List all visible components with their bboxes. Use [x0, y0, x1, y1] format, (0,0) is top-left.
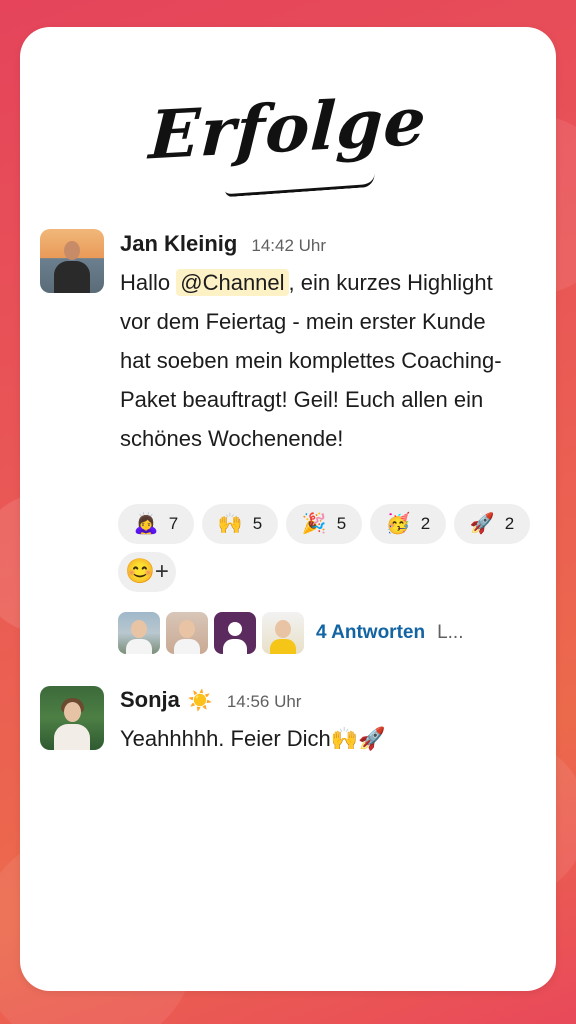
rocket-icon: 🚀	[469, 513, 495, 535]
timestamp[interactable]: 14:42 Uhr	[251, 236, 326, 256]
avatar-face	[179, 620, 195, 638]
reply-avatar	[118, 612, 160, 654]
message-card: Erfolge Jan Kleinig 14:42 Uhr Hallo @Cha…	[20, 27, 556, 991]
avatar-face	[228, 622, 242, 636]
message-header: Sonja ☀️ 14:56 Uhr	[120, 687, 301, 713]
avatar-jan-kleinig[interactable]	[40, 229, 104, 293]
reaction-raising-hands[interactable]: 🙌 5	[202, 504, 278, 544]
avatar-head	[64, 241, 80, 260]
reaction-bowing-woman[interactable]: 🙇‍♀️ 7	[118, 504, 194, 544]
reaction-count: 7	[168, 514, 179, 533]
reaction-party-popper[interactable]: 🎉 5	[286, 504, 362, 544]
avatar-face	[275, 620, 291, 638]
timestamp[interactable]: 14:56 Uhr	[227, 692, 302, 712]
reply-avatar	[262, 612, 304, 654]
reactions-bar: 🙇‍♀️ 7 🙌 5 🎉 5 🥳 2 🚀 2 😊+	[118, 504, 548, 592]
replies-link[interactable]: 4 Antworten	[316, 622, 425, 644]
avatar-body	[54, 261, 90, 293]
message-text-start: Hallo	[120, 270, 177, 295]
avatar-torso	[223, 639, 247, 654]
add-emoji-icon: 😊+	[125, 558, 169, 585]
channel-mention[interactable]: @Channel	[176, 269, 289, 296]
avatar-head	[64, 702, 81, 722]
raising-hands-icon: 🙌	[217, 513, 243, 535]
party-popper-icon: 🎉	[301, 513, 327, 535]
headline: Erfolge	[147, 81, 429, 175]
thread-summary[interactable]: 4 Antworten L...	[118, 612, 463, 654]
reaction-count: 2	[420, 514, 431, 533]
message-header: Jan Kleinig 14:42 Uhr	[120, 231, 326, 257]
partying-face-icon: 🥳	[385, 513, 411, 535]
avatar-torso	[126, 639, 152, 654]
avatar-sonja[interactable]	[40, 686, 104, 750]
avatar-torso	[174, 639, 200, 654]
reaction-count: 5	[336, 514, 347, 533]
headline-flourish	[224, 173, 376, 198]
reply-avatar	[166, 612, 208, 654]
message-text-rest: , ein kurzes Highlight vor dem Feiertag …	[120, 270, 502, 451]
reaction-rocket[interactable]: 🚀 2	[454, 504, 530, 544]
sun-icon: ☀️	[187, 690, 213, 712]
author-name[interactable]: Jan Kleinig	[120, 231, 237, 257]
avatar-body	[54, 724, 90, 750]
avatar-face	[131, 620, 147, 638]
bowing-woman-icon: 🙇‍♀️	[133, 513, 159, 535]
add-reaction-button[interactable]: 😊+	[118, 552, 176, 592]
last-reply-label: L...	[437, 622, 464, 643]
message-text: Hallo @Channel, ein kurzes Highlight vor…	[120, 263, 520, 458]
author-name[interactable]: Sonja	[120, 687, 180, 713]
message-text: Yeahhhhh. Feier Dich🙌🚀	[120, 726, 386, 751]
reaction-count: 2	[504, 514, 515, 533]
avatar-torso	[270, 639, 296, 654]
reaction-partying-face[interactable]: 🥳 2	[370, 504, 446, 544]
reply-avatar-default	[214, 612, 256, 654]
reaction-count: 5	[252, 514, 263, 533]
